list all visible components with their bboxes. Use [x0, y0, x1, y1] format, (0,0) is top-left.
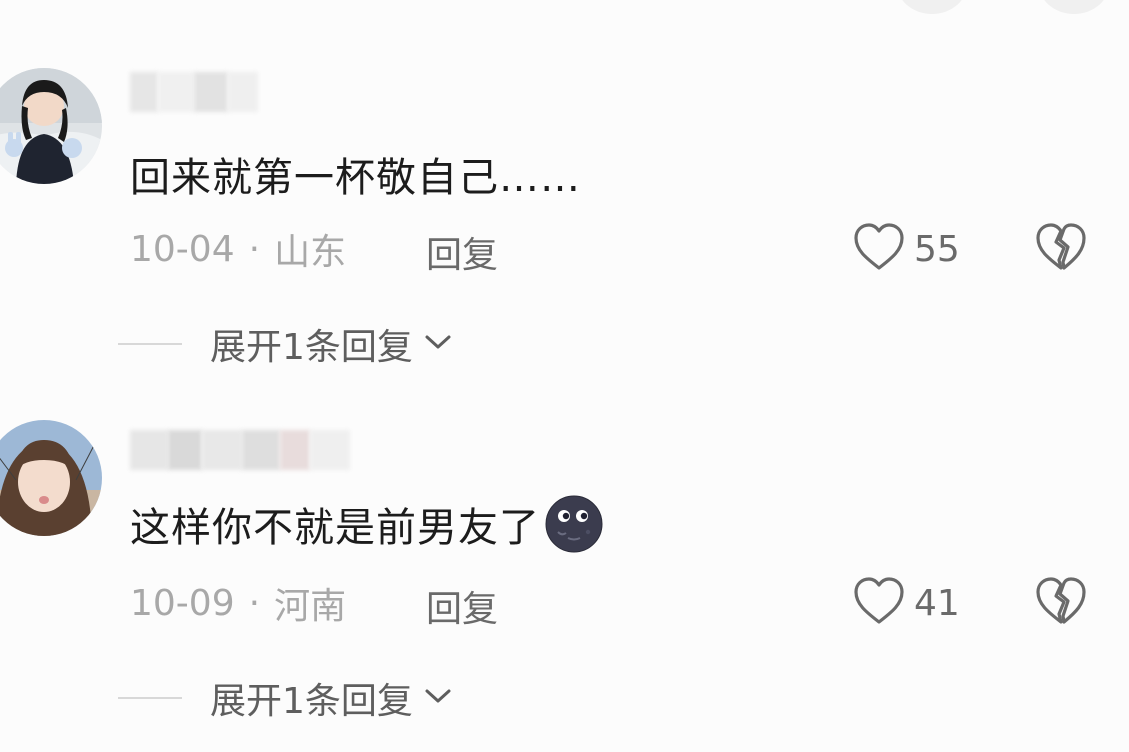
like-button[interactable]: 41 [852, 576, 960, 630]
like-count: 41 [914, 582, 960, 624]
username-blurred[interactable] [130, 430, 350, 470]
broken-heart-icon [1034, 577, 1088, 630]
meta-separator: · [248, 582, 261, 624]
new-moon-face-icon [544, 494, 604, 554]
comment-meta: 10-09 · 河南 [130, 580, 347, 628]
comment-item: 这样你不就是前男友了 10-09 · 河南 回复 41 展开1条回复 [0, 0, 1129, 722]
heart-icon [852, 576, 906, 630]
comment-date: 10-09 [130, 582, 235, 624]
expand-replies-button[interactable]: 展开1条回复 [118, 672, 453, 724]
avatar[interactable] [0, 420, 102, 536]
comment-text-label: 这样你不就是前男友了 [130, 505, 540, 551]
expand-divider [118, 697, 182, 699]
dislike-button[interactable] [1034, 576, 1088, 630]
comment-text: 这样你不就是前男友了 [130, 492, 604, 556]
comment-location: 河南 [274, 586, 347, 627]
chevron-down-icon [423, 686, 453, 710]
reply-button[interactable]: 回复 [426, 580, 498, 632]
expand-replies-label: 展开1条回复 [210, 681, 413, 722]
